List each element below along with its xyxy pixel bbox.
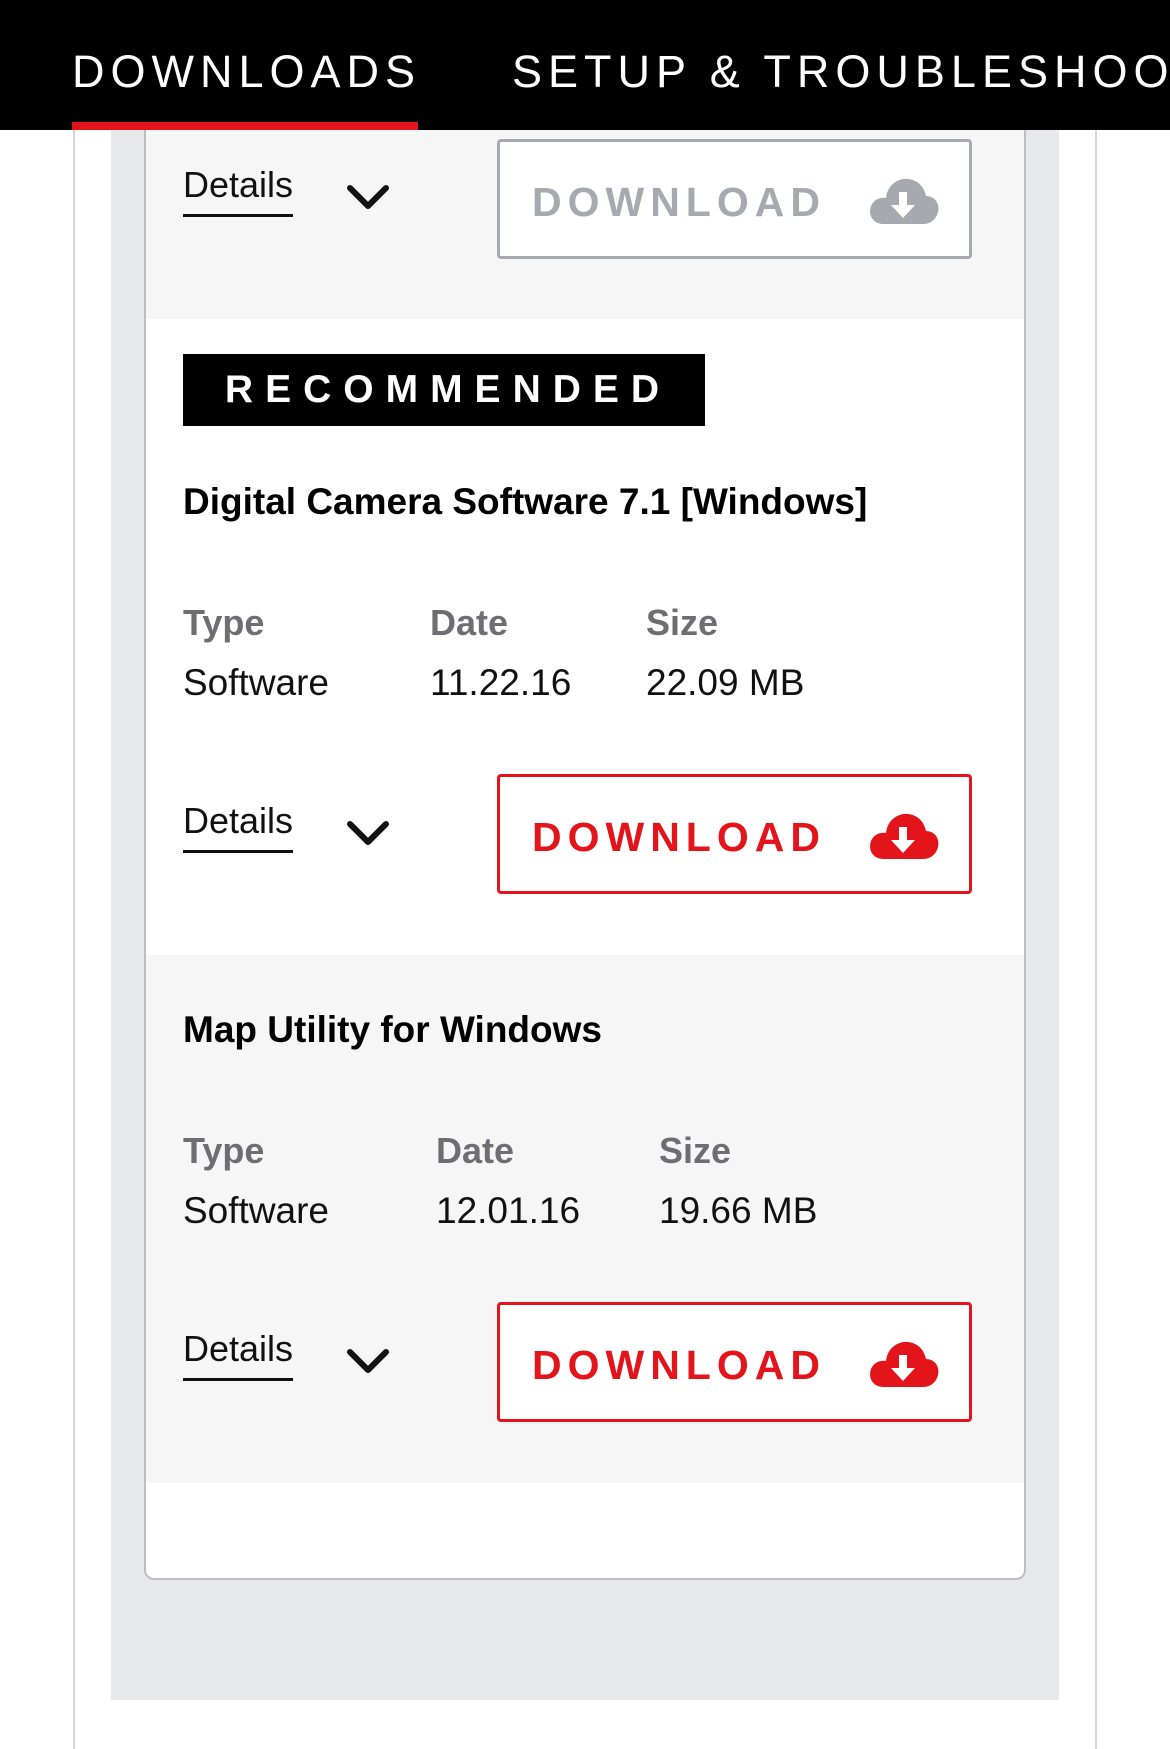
download-button[interactable]: DOWNLOAD [497, 1302, 972, 1422]
details-link[interactable]: Details [183, 164, 294, 217]
type-label: Type [183, 602, 265, 643]
date-value: 11.22.16 [430, 662, 572, 703]
download-button[interactable]: DOWNLOAD [497, 139, 972, 259]
tab-downloads[interactable]: DOWNLOADS [72, 46, 421, 98]
download-button-label: DOWNLOAD [532, 179, 826, 225]
type-value: Software [183, 1190, 330, 1231]
cloud-download-icon [870, 1341, 939, 1387]
active-tab-indicator [72, 122, 418, 130]
top-nav: DOWNLOADS SETUP & TROUBLESHOOT [0, 0, 1170, 130]
chevron-down-icon[interactable] [346, 1346, 390, 1376]
date-label: Date [436, 1130, 515, 1171]
tab-setup-troubleshoot[interactable]: SETUP & TROUBLESHOOT [512, 46, 1170, 98]
size-value: 22.09 MB [646, 662, 805, 703]
recommended-badge: RECOMMENDED [183, 354, 705, 426]
chevron-down-icon[interactable] [346, 182, 390, 212]
size-label: Size [646, 602, 719, 643]
type-label: Type [183, 1130, 265, 1171]
item-title: Map Utility for Windows [183, 1009, 602, 1050]
details-link[interactable]: Details [183, 800, 294, 853]
item-title: Digital Camera Software 7.1 [Windows] [183, 481, 868, 522]
download-button-label: DOWNLOAD [532, 1342, 826, 1388]
cloud-download-icon [870, 813, 939, 859]
download-button-label: DOWNLOAD [532, 814, 826, 860]
size-value: 19.66 MB [659, 1190, 818, 1231]
chevron-down-icon[interactable] [346, 818, 390, 848]
details-link[interactable]: Details [183, 1328, 294, 1381]
date-value: 12.01.16 [436, 1190, 581, 1231]
size-label: Size [659, 1130, 732, 1171]
download-button[interactable]: DOWNLOAD [497, 774, 972, 894]
date-label: Date [430, 602, 509, 643]
type-value: Software [183, 662, 330, 703]
cloud-download-icon [870, 178, 939, 224]
